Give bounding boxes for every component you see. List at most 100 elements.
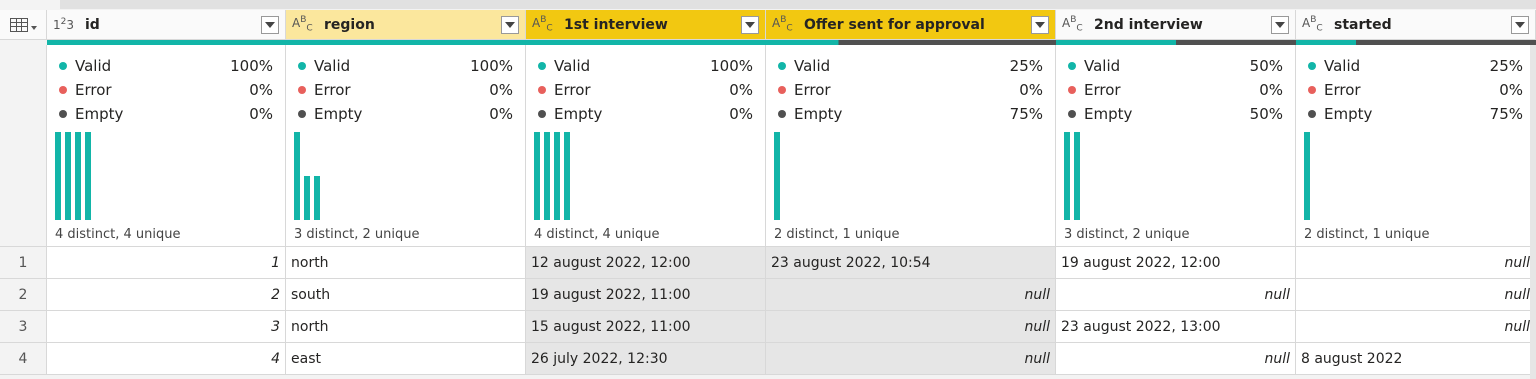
column-header-region[interactable]: ABC region xyxy=(286,10,526,40)
cell-value: 19 august 2022, 12:00 xyxy=(1061,254,1221,271)
distribution-bar[interactable] xyxy=(75,132,81,220)
type-text-icon[interactable]: ABC xyxy=(772,15,798,33)
distribution-bar[interactable] xyxy=(544,132,550,220)
column-name: Offer sent for approval xyxy=(804,16,985,33)
stat-label: Valid xyxy=(1084,57,1121,75)
empty-dot-icon xyxy=(778,110,786,118)
distribution-bar[interactable] xyxy=(85,132,91,220)
error-dot-icon xyxy=(1068,86,1076,94)
table-cell[interactable]: east xyxy=(286,343,526,375)
stat-empty: Empty 75% xyxy=(778,105,1043,123)
table-cell[interactable]: north xyxy=(286,247,526,279)
stat-error: Error 0% xyxy=(1308,81,1523,99)
column-filter-dropdown[interactable] xyxy=(741,15,759,34)
table-cell[interactable]: 15 august 2022, 11:00 xyxy=(526,311,766,343)
profile-corner xyxy=(0,45,47,247)
column-header-offer-sent[interactable]: ABC Offer sent for approval xyxy=(766,10,1056,40)
stat-label: Error xyxy=(314,81,351,99)
stat-label: Empty xyxy=(554,105,603,123)
type-text-icon[interactable]: ABC xyxy=(292,15,318,33)
table-cell[interactable]: 3 xyxy=(47,311,286,343)
table-cell[interactable]: null xyxy=(766,343,1056,375)
table-cell[interactable]: 8 august 2022 xyxy=(1296,343,1536,375)
table-cell[interactable]: null xyxy=(1296,311,1536,343)
distribution-bar[interactable] xyxy=(65,132,71,220)
valid-dot-icon xyxy=(778,62,786,70)
cell-value: 23 august 2022, 13:00 xyxy=(1061,318,1221,335)
cell-value: null xyxy=(1024,350,1050,367)
distribution-bar[interactable] xyxy=(564,132,570,220)
type-text-icon[interactable]: ABC xyxy=(1062,15,1088,33)
stat-label: Valid xyxy=(314,57,351,75)
table-cell[interactable]: 23 august 2022, 10:54 xyxy=(766,247,1056,279)
table-cell[interactable]: 19 august 2022, 11:00 xyxy=(526,279,766,311)
column-header-id[interactable]: 123 id xyxy=(47,10,286,40)
cell-value: north xyxy=(291,254,329,271)
stat-value: 0% xyxy=(489,105,513,123)
table-cell[interactable]: 12 august 2022, 12:00 xyxy=(526,247,766,279)
column-header-1st-interview[interactable]: ABC 1st interview xyxy=(526,10,766,40)
distribution-bar[interactable] xyxy=(554,132,560,220)
stat-empty: Empty 50% xyxy=(1068,105,1283,123)
row-number[interactable]: 1 xyxy=(0,247,47,279)
distinct-count: 4 distinct, 4 unique xyxy=(534,227,660,242)
table-cell[interactable]: 19 august 2022, 12:00 xyxy=(1056,247,1296,279)
table-cell[interactable]: null xyxy=(766,279,1056,311)
stat-value: 0% xyxy=(1019,81,1043,99)
type-number-icon[interactable]: 123 xyxy=(53,17,79,32)
cell-value: 8 august 2022 xyxy=(1301,350,1403,367)
stat-value: 50% xyxy=(1249,57,1283,75)
stat-valid: Valid 100% xyxy=(298,57,513,75)
column-filter-dropdown[interactable] xyxy=(1271,15,1289,34)
table-cell[interactable]: 23 august 2022, 13:00 xyxy=(1056,311,1296,343)
column-header-started[interactable]: ABC started xyxy=(1296,10,1536,40)
table-cell[interactable]: null xyxy=(1056,343,1296,375)
cell-value: 23 august 2022, 10:54 xyxy=(771,254,931,271)
table-cell[interactable]: null xyxy=(1296,279,1536,311)
row-number[interactable]: 4 xyxy=(0,343,47,375)
distribution-bar[interactable] xyxy=(1304,132,1310,220)
stat-error: Error 0% xyxy=(59,81,273,99)
stat-label: Valid xyxy=(75,57,112,75)
column-name: region xyxy=(324,16,375,33)
distribution-bar[interactable] xyxy=(314,176,320,220)
table-cell[interactable]: 26 july 2022, 12:30 xyxy=(526,343,766,375)
type-text-icon[interactable]: ABC xyxy=(1302,15,1328,33)
column-filter-dropdown[interactable] xyxy=(1031,15,1049,34)
column-filter-dropdown[interactable] xyxy=(501,15,519,34)
table-cell[interactable]: null xyxy=(1056,279,1296,311)
column-header-2nd-interview[interactable]: ABC 2nd interview xyxy=(1056,10,1296,40)
table-cell[interactable]: 4 xyxy=(47,343,286,375)
distribution-bar[interactable] xyxy=(534,132,540,220)
type-text-icon[interactable]: ABC xyxy=(532,15,558,33)
table-cell[interactable]: null xyxy=(766,311,1056,343)
cell-value: 2 xyxy=(271,286,280,303)
column-profile: Valid 100% Error 0% Empty 0% 4 distinct, 4 uni… xyxy=(526,45,766,247)
empty-dot-icon xyxy=(1308,110,1316,118)
distribution-bar[interactable] xyxy=(774,132,780,220)
table-cell[interactable]: south xyxy=(286,279,526,311)
stat-label: Error xyxy=(1084,81,1121,99)
vertical-scrollbar[interactable] xyxy=(1530,45,1536,379)
table-cell[interactable]: 2 xyxy=(47,279,286,311)
distribution-bar[interactable] xyxy=(304,176,310,220)
table-cell[interactable]: north xyxy=(286,311,526,343)
error-dot-icon xyxy=(778,86,786,94)
row-number[interactable]: 2 xyxy=(0,279,47,311)
table-menu-button[interactable] xyxy=(0,10,47,40)
stat-value: 0% xyxy=(249,105,273,123)
column-filter-dropdown[interactable] xyxy=(1511,15,1529,34)
stat-label: Error xyxy=(1324,81,1361,99)
distribution-bar[interactable] xyxy=(1064,132,1070,220)
distribution-bar[interactable] xyxy=(55,132,61,220)
horizontal-scrollbar[interactable] xyxy=(60,0,1536,9)
cell-value: 26 july 2022, 12:30 xyxy=(531,350,668,367)
table-icon xyxy=(9,17,28,32)
distribution-bar[interactable] xyxy=(1074,132,1080,220)
table-cell[interactable]: null xyxy=(1296,247,1536,279)
cell-value: 3 xyxy=(271,318,280,335)
column-filter-dropdown[interactable] xyxy=(261,15,279,34)
row-number[interactable]: 3 xyxy=(0,311,47,343)
table-cell[interactable]: 1 xyxy=(47,247,286,279)
distribution-bar[interactable] xyxy=(294,132,300,220)
